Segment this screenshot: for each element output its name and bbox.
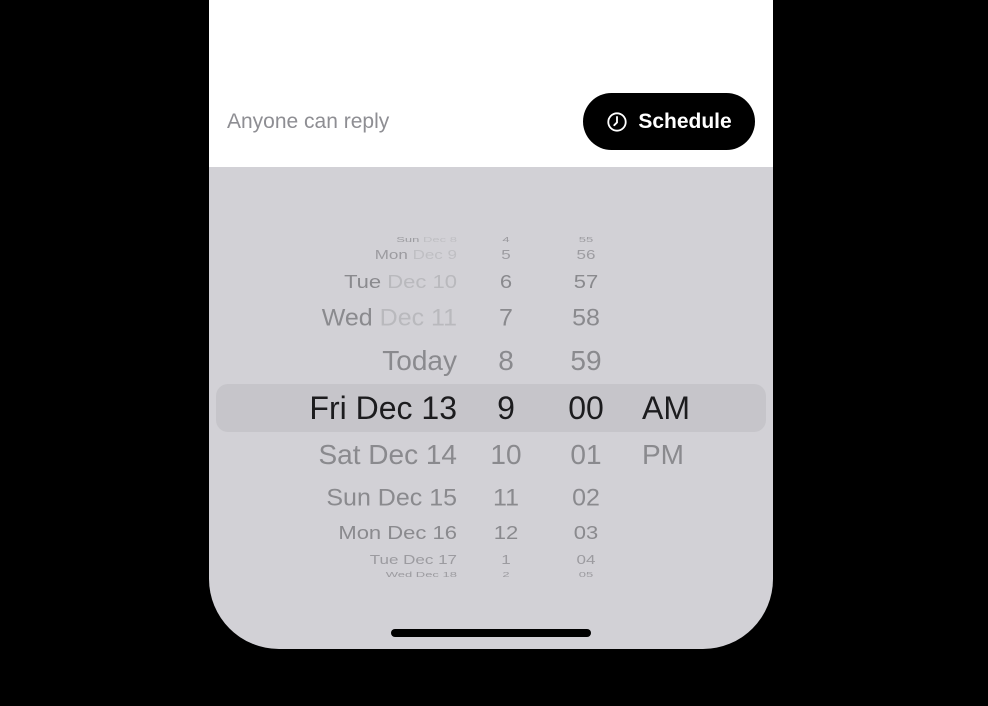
date-option[interactable]: Tue Dec 17 xyxy=(370,552,457,567)
minute-label: 05 xyxy=(578,570,594,579)
minute-label: 00 xyxy=(568,389,604,426)
hour-label: 9 xyxy=(497,389,515,426)
ampm-option-selected[interactable]: AM xyxy=(642,389,690,427)
reply-setting[interactable]: Anyone can reply xyxy=(227,110,389,134)
date-option[interactable]: Sat Dec 14 xyxy=(318,438,457,472)
hour-label: 5 xyxy=(501,247,511,262)
date-day: Sun xyxy=(396,235,420,244)
hour-label: 2 xyxy=(502,570,510,579)
hour-label: 4 xyxy=(502,235,510,244)
clock-icon xyxy=(607,111,627,132)
schedule-button[interactable]: Schedule xyxy=(583,93,755,150)
date-option[interactable]: Today xyxy=(382,344,457,378)
hour-label: 11 xyxy=(493,484,519,512)
date-label: Dec 8 xyxy=(423,235,457,244)
home-indicator xyxy=(391,629,591,637)
date-option[interactable]: Mon Dec 9 xyxy=(375,247,457,262)
minute-label: 56 xyxy=(576,247,596,262)
phone-screen: Anyone can reply Schedule Sun Dec 8 Mon D… xyxy=(209,0,773,649)
minute-label: 04 xyxy=(576,552,596,567)
date-label: Tue Dec 17 xyxy=(369,552,457,567)
date-option[interactable]: Wed Dec 18 xyxy=(386,571,457,580)
date-option-selected[interactable]: Fri Dec 13 xyxy=(309,389,457,427)
date-option[interactable]: Sun Dec 8 xyxy=(396,236,457,245)
compose-footer: Anyone can reply Schedule xyxy=(209,0,773,167)
hour-label: 10 xyxy=(490,439,522,471)
hour-label: 8 xyxy=(498,345,514,377)
date-label: Fri Dec 13 xyxy=(309,389,457,426)
minute-label: 59 xyxy=(570,345,602,377)
date-label: Dec 10 xyxy=(387,270,457,293)
hour-label: 6 xyxy=(499,270,513,293)
date-label: Dec 9 xyxy=(412,247,457,262)
date-label: Sat Dec 14 xyxy=(318,439,457,471)
minute-label: 58 xyxy=(572,304,600,332)
date-option[interactable]: Sun Dec 15 xyxy=(326,484,457,513)
hour-label: 12 xyxy=(493,521,519,544)
date-day: Mon xyxy=(374,247,408,262)
schedule-label: Schedule xyxy=(638,109,732,133)
date-label: Mon Dec 16 xyxy=(338,521,457,544)
date-option[interactable]: Tue Dec 10 xyxy=(344,271,457,293)
date-label: Today xyxy=(382,345,457,377)
minute-label: 02 xyxy=(572,484,600,512)
ampm-label: PM xyxy=(642,439,684,471)
ampm-option[interactable]: PM xyxy=(642,438,684,472)
minute-label: 57 xyxy=(573,270,599,293)
date-day: Wed xyxy=(321,304,373,332)
date-label: Sun Dec 15 xyxy=(326,484,457,512)
date-day: Tue xyxy=(344,270,382,293)
date-label: Wed Dec 18 xyxy=(385,570,457,579)
date-option[interactable]: Wed Dec 11 xyxy=(322,304,457,333)
minute-label: 55 xyxy=(578,235,594,244)
date-label: Dec 11 xyxy=(379,304,457,332)
minute-label: 01 xyxy=(570,439,602,471)
date-option[interactable]: Mon Dec 16 xyxy=(338,522,457,544)
date-time-picker[interactable]: Sun Dec 8 Mon Dec 9 Tue Dec 10 Wed Dec 11 To… xyxy=(209,167,773,649)
hour-label: 7 xyxy=(499,304,513,332)
ampm-label: AM xyxy=(642,389,690,426)
hour-label: 1 xyxy=(501,552,511,567)
minute-label: 03 xyxy=(573,521,599,544)
